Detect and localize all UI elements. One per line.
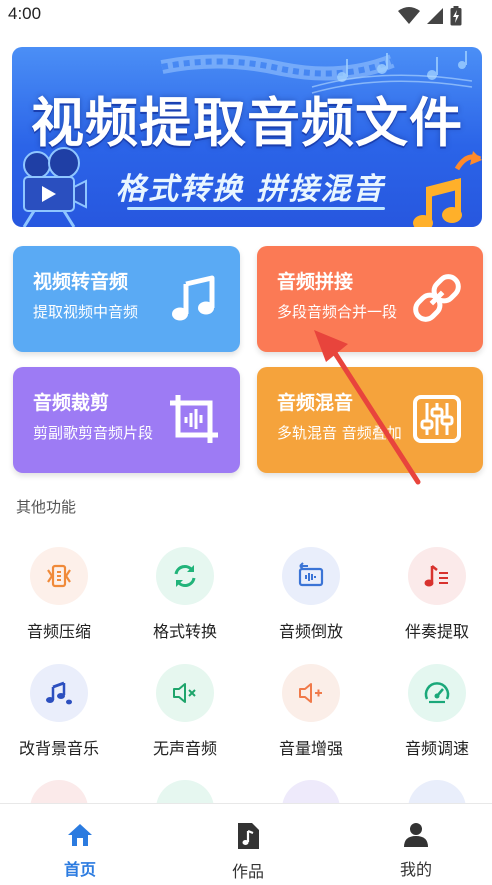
feature-label: 音量增强 <box>278 739 343 758</box>
nav-home[interactable]: 首页 <box>35 822 125 880</box>
other-features-heading: 其他功能 <box>16 498 77 516</box>
compress-icon <box>47 564 71 588</box>
feature-audio-speed[interactable]: 音频调速 <box>382 664 492 759</box>
speed-gauge-icon <box>424 682 450 704</box>
battery-icon <box>450 6 462 26</box>
card-desc: 剪副歌剪音频片段 <box>33 424 154 442</box>
feature-icon-circle <box>30 547 88 605</box>
feature-label: 音频调速 <box>404 739 469 758</box>
person-icon <box>404 823 428 847</box>
nav-label: 作品 <box>231 862 264 881</box>
feature-label: 格式转换 <box>152 622 217 641</box>
feature-icon-circle[interactable] <box>156 780 214 803</box>
banner-underline <box>127 207 385 210</box>
feature-format-convert[interactable]: 格式转换 <box>130 547 240 642</box>
feature-change-bgm[interactable]: 改背景音乐 <box>4 664 114 759</box>
feature-audio-reverse[interactable]: 音频倒放 <box>256 547 366 642</box>
video-to-audio-card[interactable]: 视频转音频 提取视频中音频 <box>13 246 240 352</box>
card-desc: 多段音频合并一段 <box>277 303 398 321</box>
promo-banner[interactable]: 视频提取音频文件 格式转换 拼接混音 <box>12 47 482 227</box>
nav-works[interactable]: 作品 <box>203 822 293 882</box>
feature-volume-boost[interactable]: 音量增强 <box>256 664 366 759</box>
feature-label: 改背景音乐 <box>18 739 99 758</box>
audio-trim-card[interactable]: 音频裁剪 剪副歌剪音频片段 <box>13 367 240 473</box>
status-time: 4:00 <box>8 4 42 23</box>
feature-silent-audio[interactable]: 无声音频 <box>130 664 240 759</box>
card-desc: 多轨混音 音频叠加 <box>277 424 402 442</box>
convert-icon <box>174 565 196 587</box>
feature-audio-compress[interactable]: 音频压缩 <box>4 547 114 642</box>
card-desc: 提取视频中音频 <box>33 303 139 321</box>
audio-splice-card[interactable]: 音频拼接 多段音频合并一段 <box>257 246 483 352</box>
cellular-signal-icon <box>427 8 443 24</box>
music-file-icon <box>238 823 259 849</box>
card-title: 音频裁剪 <box>33 392 110 414</box>
feature-icon-circle <box>156 664 214 722</box>
feature-icon-circle <box>282 547 340 605</box>
feature-label: 伴奏提取 <box>404 622 469 641</box>
feature-label: 音频压缩 <box>26 622 91 641</box>
wifi-icon <box>398 7 420 24</box>
feature-icon-circle <box>408 664 466 722</box>
crop-icon <box>170 395 218 443</box>
bottom-nav: 首页 作品 我的 <box>0 803 492 885</box>
nav-mine[interactable]: 我的 <box>371 822 461 880</box>
feature-icon-circle <box>282 664 340 722</box>
accompaniment-icon <box>424 565 448 587</box>
card-title: 视频转音频 <box>33 271 129 293</box>
nav-label: 首页 <box>63 860 96 879</box>
banner-subtitle: 格式转换 拼接混音 <box>116 172 385 207</box>
feature-row-partial <box>0 780 492 803</box>
feature-icon-circle[interactable] <box>282 780 340 803</box>
feature-icon-circle <box>408 547 466 605</box>
mixer-sliders-icon <box>413 395 461 443</box>
card-title: 音频混音 <box>277 392 354 414</box>
feature-accompaniment-extract[interactable]: 伴奏提取 <box>382 547 492 642</box>
status-bar: 4:00 <box>0 0 492 30</box>
feature-icon-circle <box>156 547 214 605</box>
nav-label: 我的 <box>399 860 432 879</box>
chain-link-icon <box>413 274 461 322</box>
banner-title: 视频提取音频文件 <box>31 93 463 154</box>
volume-up-icon <box>299 683 322 703</box>
feature-icon-circle[interactable] <box>30 780 88 803</box>
home-icon <box>68 824 92 846</box>
feature-icon-circle[interactable] <box>408 780 466 803</box>
mute-icon <box>173 683 196 703</box>
notes-icon <box>46 681 72 705</box>
reverse-icon <box>298 562 324 587</box>
status-icons <box>398 6 462 26</box>
feature-icon-circle <box>30 664 88 722</box>
feature-label: 音频倒放 <box>278 622 343 641</box>
card-title: 音频拼接 <box>277 271 354 293</box>
music-note-icon <box>172 275 215 321</box>
feature-label: 无声音频 <box>152 739 217 758</box>
audio-mix-card[interactable]: 音频混音 多轨混音 音频叠加 <box>257 367 483 473</box>
